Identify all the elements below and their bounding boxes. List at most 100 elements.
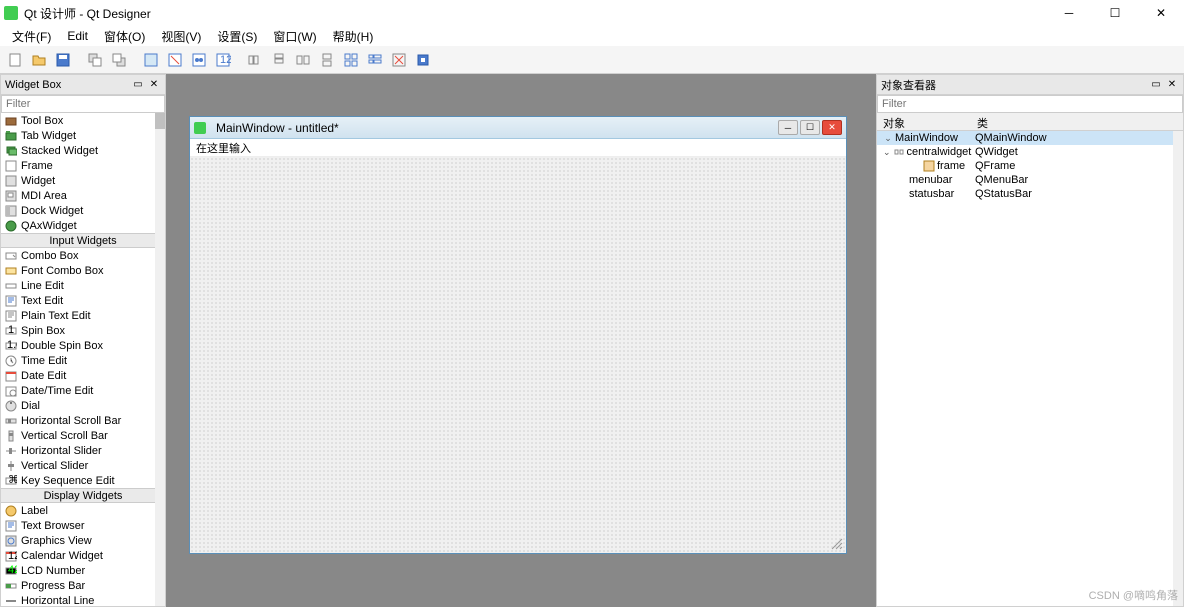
- adjust-size-button[interactable]: [412, 49, 434, 71]
- form-close-button[interactable]: ✕: [822, 120, 842, 135]
- object-row-statusbar[interactable]: statusbarQStatusBar: [877, 187, 1183, 201]
- widget-item-spin[interactable]: 1Spin Box: [1, 323, 165, 338]
- object-row-frame[interactable]: frameQFrame: [877, 159, 1183, 173]
- widget-item-hline[interactable]: Horizontal Line: [1, 593, 165, 606]
- object-inspector-filter-input[interactable]: [877, 95, 1183, 113]
- form-menubar-hint[interactable]: 在这里输入: [196, 140, 251, 156]
- inspector-close-button[interactable]: ✕: [1165, 78, 1179, 92]
- widget-item-lcd[interactable]: 42LCD Number: [1, 563, 165, 578]
- form-minimize-button[interactable]: ─: [778, 120, 798, 135]
- menu-help[interactable]: 帮助(H): [325, 26, 382, 47]
- widget-item-qax[interactable]: QAxWidget: [1, 218, 165, 233]
- widget-item-widget[interactable]: Widget: [1, 173, 165, 188]
- widget-item-label[interactable]: Label: [1, 503, 165, 518]
- edit-tab-order-button[interactable]: 12: [212, 49, 234, 71]
- widget-item-time[interactable]: Time Edit: [1, 353, 165, 368]
- widget-item-dspin[interactable]: 1.0Double Spin Box: [1, 338, 165, 353]
- widget-box-scrollbar[interactable]: [155, 113, 165, 606]
- widget-item-vscroll[interactable]: Vertical Scroll Bar: [1, 428, 165, 443]
- menu-form[interactable]: 窗体(O): [96, 26, 153, 47]
- edit-buddies-button[interactable]: [188, 49, 210, 71]
- object-row-centralwidget[interactable]: ⌄centralwidgetQWidget: [877, 145, 1183, 159]
- widget-item-label: Graphics View: [21, 535, 92, 547]
- category-input-widgets[interactable]: Input Widgets: [1, 233, 165, 248]
- object-row-menubar[interactable]: menubarQMenuBar: [877, 173, 1183, 187]
- widget-item-dock[interactable]: Dock Widget: [1, 203, 165, 218]
- widget-item-vslider[interactable]: Vertical Slider: [1, 458, 165, 473]
- widget-item-keyseq[interactable]: ⌘Key Sequence Edit: [1, 473, 165, 488]
- widget-item-stacked[interactable]: Stacked Widget: [1, 143, 165, 158]
- object-row-MainWindow[interactable]: ⌄MainWindowQMainWindow: [877, 131, 1183, 145]
- widget-item-date[interactable]: Date Edit: [1, 368, 165, 383]
- maximize-button[interactable]: ☐: [1092, 0, 1138, 26]
- form-titlebar[interactable]: MainWindow - untitled* ─ ☐ ✕: [190, 117, 846, 139]
- menu-file[interactable]: 文件(F): [4, 26, 59, 47]
- form-maximize-button[interactable]: ☐: [800, 120, 820, 135]
- widget-box-filter-input[interactable]: [1, 95, 165, 113]
- form-menubar[interactable]: 在这里输入: [190, 139, 846, 157]
- inspector-col-object[interactable]: 对象: [877, 113, 971, 130]
- form-size-grip-icon[interactable]: [830, 537, 844, 551]
- form-central-widget[interactable]: [190, 157, 846, 553]
- edit-signals-button[interactable]: [164, 49, 186, 71]
- inspector-float-button[interactable]: ▭: [1149, 78, 1163, 92]
- layout-hsplit-button[interactable]: [292, 49, 314, 71]
- widget-item-mdi[interactable]: MDI Area: [1, 188, 165, 203]
- designer-form-window[interactable]: MainWindow - untitled* ─ ☐ ✕ 在这里输入: [189, 116, 847, 554]
- layout-horizontal-button[interactable]: [244, 49, 266, 71]
- widget-item-lineedit[interactable]: Line Edit: [1, 278, 165, 293]
- inspector-column-headers: 对象 类: [877, 113, 1183, 131]
- widget-item-progress[interactable]: Progress Bar: [1, 578, 165, 593]
- menu-settings[interactable]: 设置(S): [209, 26, 265, 47]
- widget-item-tabwidget[interactable]: Tab Widget: [1, 128, 165, 143]
- widget-item-fontcombo[interactable]: Font Combo Box: [1, 263, 165, 278]
- object-tree[interactable]: ⌄MainWindowQMainWindow⌄centralwidgetQWid…: [877, 131, 1183, 606]
- widget-item-textedit[interactable]: Text Edit: [1, 293, 165, 308]
- design-canvas[interactable]: MainWindow - untitled* ─ ☐ ✕ 在这里输入: [166, 74, 876, 607]
- category-display-widgets[interactable]: Display Widgets: [1, 488, 165, 503]
- send-back-button[interactable]: [84, 49, 106, 71]
- widget-item-frame[interactable]: Frame: [1, 158, 165, 173]
- minimize-button[interactable]: ─: [1046, 0, 1092, 26]
- widget-box-float-button[interactable]: ▭: [131, 78, 145, 92]
- widget-item-graphics[interactable]: Graphics View: [1, 533, 165, 548]
- widget-item-hslider[interactable]: Horizontal Slider: [1, 443, 165, 458]
- layout-vsplit-button[interactable]: [316, 49, 338, 71]
- main-titlebar: Qt 设计师 - Qt Designer ─ ☐ ✕: [0, 0, 1184, 26]
- widget-item-label: Tab Widget: [21, 130, 76, 142]
- hscroll-icon: [5, 415, 17, 427]
- close-button[interactable]: ✕: [1138, 0, 1184, 26]
- widget-item-dial[interactable]: Dial: [1, 398, 165, 413]
- layout-vertical-button[interactable]: [268, 49, 290, 71]
- object-inspector-title: 对象查看器: [881, 77, 936, 93]
- menu-edit[interactable]: Edit: [59, 27, 96, 45]
- widget-item-plaintext[interactable]: Plain Text Edit: [1, 308, 165, 323]
- object-class: QMainWindow: [971, 132, 1183, 144]
- inspector-scrollbar[interactable]: [1173, 131, 1183, 606]
- open-file-button[interactable]: [28, 49, 50, 71]
- widget-item-hscroll[interactable]: Horizontal Scroll Bar: [1, 413, 165, 428]
- widget-item-label: Label: [21, 505, 48, 517]
- datetime-icon: [5, 385, 17, 397]
- textedit-icon: [5, 295, 17, 307]
- edit-widgets-button[interactable]: [140, 49, 162, 71]
- save-file-button[interactable]: [52, 49, 74, 71]
- widget-box-close-button[interactable]: ✕: [147, 78, 161, 92]
- bring-front-button[interactable]: [108, 49, 130, 71]
- menu-window[interactable]: 窗口(W): [265, 26, 324, 47]
- menu-view[interactable]: 视图(V): [153, 26, 209, 47]
- layout-form-button[interactable]: [364, 49, 386, 71]
- tree-expander-icon[interactable]: ⌄: [883, 133, 893, 144]
- inspector-col-class[interactable]: 类: [971, 113, 994, 130]
- widget-item-toolbox[interactable]: Tool Box: [1, 113, 165, 128]
- widget-item-combo[interactable]: Combo Box: [1, 248, 165, 263]
- widget-item-datetime[interactable]: Date/Time Edit: [1, 383, 165, 398]
- widget-item-textbrowser[interactable]: Text Browser: [1, 518, 165, 533]
- layout-grid-button[interactable]: [340, 49, 362, 71]
- break-layout-button[interactable]: [388, 49, 410, 71]
- new-file-button[interactable]: [4, 49, 26, 71]
- tree-expander-icon[interactable]: ⌄: [883, 147, 891, 158]
- object-inspector-panel: 对象查看器 ▭ ✕ 对象 类 ⌄MainWindowQMainWindow⌄ce…: [876, 74, 1184, 607]
- widget-item-calendar[interactable]: 12Calendar Widget: [1, 548, 165, 563]
- widget-box-list[interactable]: Tool Box Tab WidgetStacked WidgetFrameWid…: [1, 113, 165, 606]
